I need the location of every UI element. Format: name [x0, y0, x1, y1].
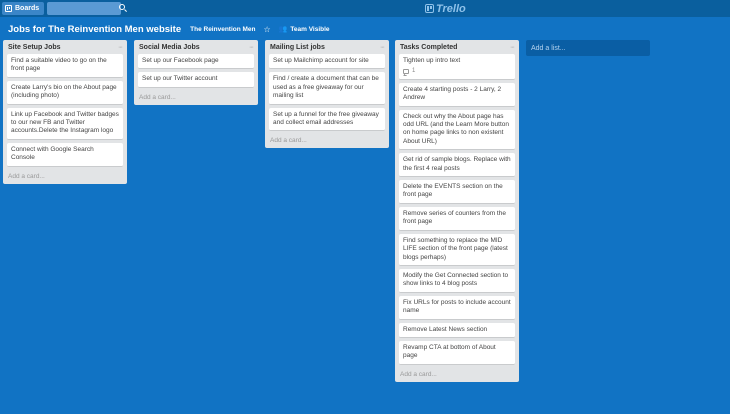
card-text: Set up Mailchimp account for site	[273, 57, 369, 64]
list-title[interactable]: Site Setup Jobs	[8, 44, 61, 51]
star-icon[interactable]: ☆	[264, 25, 271, 34]
list-title[interactable]: Mailing List jobs	[270, 44, 325, 51]
list-menu-icon[interactable]: ···	[249, 44, 254, 51]
list-header[interactable]: Site Setup Jobs ···	[7, 40, 123, 54]
card[interactable]: Tighten up intro text 1	[399, 54, 515, 80]
top-bar: Boards Trello	[0, 0, 730, 17]
card[interactable]: Modify the Get Connected section to show…	[399, 268, 515, 293]
card[interactable]: Find a suitable video to go on the front…	[7, 54, 123, 78]
card-text: Set up our Facebook page	[142, 57, 219, 64]
comment-badge: 1	[403, 67, 511, 75]
card-text: Link up Facebook and Twitter badges to o…	[11, 110, 119, 135]
card-text: Set up our Twitter account	[142, 75, 218, 83]
board-org-link[interactable]: The Reinvention Men	[190, 26, 255, 33]
search-input[interactable]	[47, 2, 121, 15]
card-text: Get rid of sample blogs. Replace with th…	[403, 156, 511, 172]
card[interactable]: Remove Latest News section	[399, 322, 515, 338]
card-text: Check out why the About page has odd URL…	[403, 112, 509, 145]
add-card-link[interactable]: Add a card...	[399, 368, 515, 378]
list-menu-icon[interactable]: ···	[380, 44, 385, 51]
list-header[interactable]: Mailing List jobs ···	[269, 40, 385, 54]
list-mailing-list-jobs: Mailing List jobs ··· Set up Mailchimp a…	[265, 40, 389, 149]
add-card-link[interactable]: Add a card...	[7, 170, 123, 180]
boards-icon	[5, 5, 12, 12]
card-text: Find a suitable video to go on the front…	[11, 57, 107, 73]
card[interactable]: Set up our Twitter account	[138, 72, 254, 88]
list-title[interactable]: Social Media Jobs	[139, 44, 200, 51]
card[interactable]: Check out why the About page has odd URL…	[399, 109, 515, 151]
card[interactable]: Delete the EVENTS section on the front p…	[399, 180, 515, 204]
list-menu-icon[interactable]: ···	[118, 44, 123, 51]
card[interactable]: Create Larry's bio on the About page (in…	[7, 80, 123, 105]
team-icon[interactable]: 👥	[279, 25, 288, 33]
card[interactable]: Connect with Google Search Console	[7, 142, 123, 167]
board-title[interactable]: Jobs for The Reinvention Men website	[8, 24, 181, 35]
card-text: Create Larry's bio on the About page (in…	[11, 83, 117, 100]
trello-logo-text: Trello	[436, 2, 466, 15]
search-icon[interactable]	[119, 4, 125, 10]
list-menu-icon[interactable]: ···	[510, 44, 515, 51]
list-social-media-jobs: Social Media Jobs ··· Set up our Faceboo…	[134, 40, 258, 105]
card-text: Tighten up intro text	[403, 57, 461, 64]
list-header[interactable]: Social Media Jobs ···	[138, 40, 254, 54]
list-header[interactable]: Tasks Completed ···	[399, 40, 515, 54]
comment-count: 1	[412, 68, 416, 75]
card[interactable]: Find something to replace the MID LIFE s…	[399, 233, 515, 266]
add-card-link[interactable]: Add a card...	[269, 134, 385, 144]
card-text: Set up a funnel for the free giveaway an…	[273, 110, 379, 127]
trello-logo-icon	[425, 4, 434, 13]
add-list-button[interactable]: Add a list...	[526, 40, 650, 56]
card-text: Find / create a document that can be use…	[273, 75, 379, 100]
list-title[interactable]: Tasks Completed	[400, 44, 457, 51]
comment-icon	[403, 69, 409, 75]
card-text: Connect with Google Search Console	[11, 145, 94, 162]
boards-label: Boards	[15, 5, 40, 12]
trello-logo[interactable]: Trello	[425, 2, 466, 15]
list-site-setup-jobs: Site Setup Jobs ··· Find a suitable vide…	[3, 40, 127, 184]
list-tasks-completed: Tasks Completed ··· Tighten up intro tex…	[395, 40, 519, 382]
card-text: Delete the EVENTS section on the front p…	[403, 183, 503, 199]
card[interactable]: Create 4 starting posts - 2 Larry, 2 And…	[399, 82, 515, 107]
card-text: Find something to replace the MID LIFE s…	[403, 236, 508, 261]
card-text: Remove Latest News section	[403, 325, 488, 333]
card-text: Revamp CTA at bottom of About page	[403, 343, 496, 360]
card[interactable]: Remove series of counters from the front…	[399, 206, 515, 231]
card[interactable]: Set up our Facebook page	[138, 54, 254, 70]
card-text: Remove series of counters from the front…	[403, 209, 506, 226]
card[interactable]: Set up Mailchimp account for site	[269, 54, 385, 70]
card[interactable]: Find / create a document that can be use…	[269, 72, 385, 105]
card[interactable]: Link up Facebook and Twitter badges to o…	[7, 107, 123, 140]
card-text: Modify the Get Connected section to show…	[403, 271, 509, 288]
card[interactable]: Get rid of sample blogs. Replace with th…	[399, 153, 515, 178]
visibility-label[interactable]: Team Visible	[290, 26, 329, 33]
boards-button[interactable]: Boards	[2, 2, 44, 15]
card[interactable]: Set up a funnel for the free giveaway an…	[269, 107, 385, 132]
card-text: Create 4 starting posts - 2 Larry, 2 And…	[403, 85, 502, 102]
add-card-link[interactable]: Add a card...	[138, 91, 254, 101]
card[interactable]: Revamp CTA at bottom of About page	[399, 340, 515, 365]
board-header: Jobs for The Reinvention Men website The…	[8, 22, 330, 36]
card[interactable]: Fix URLs for posts to include account na…	[399, 295, 515, 320]
card-text: Fix URLs for posts to include account na…	[403, 298, 511, 315]
